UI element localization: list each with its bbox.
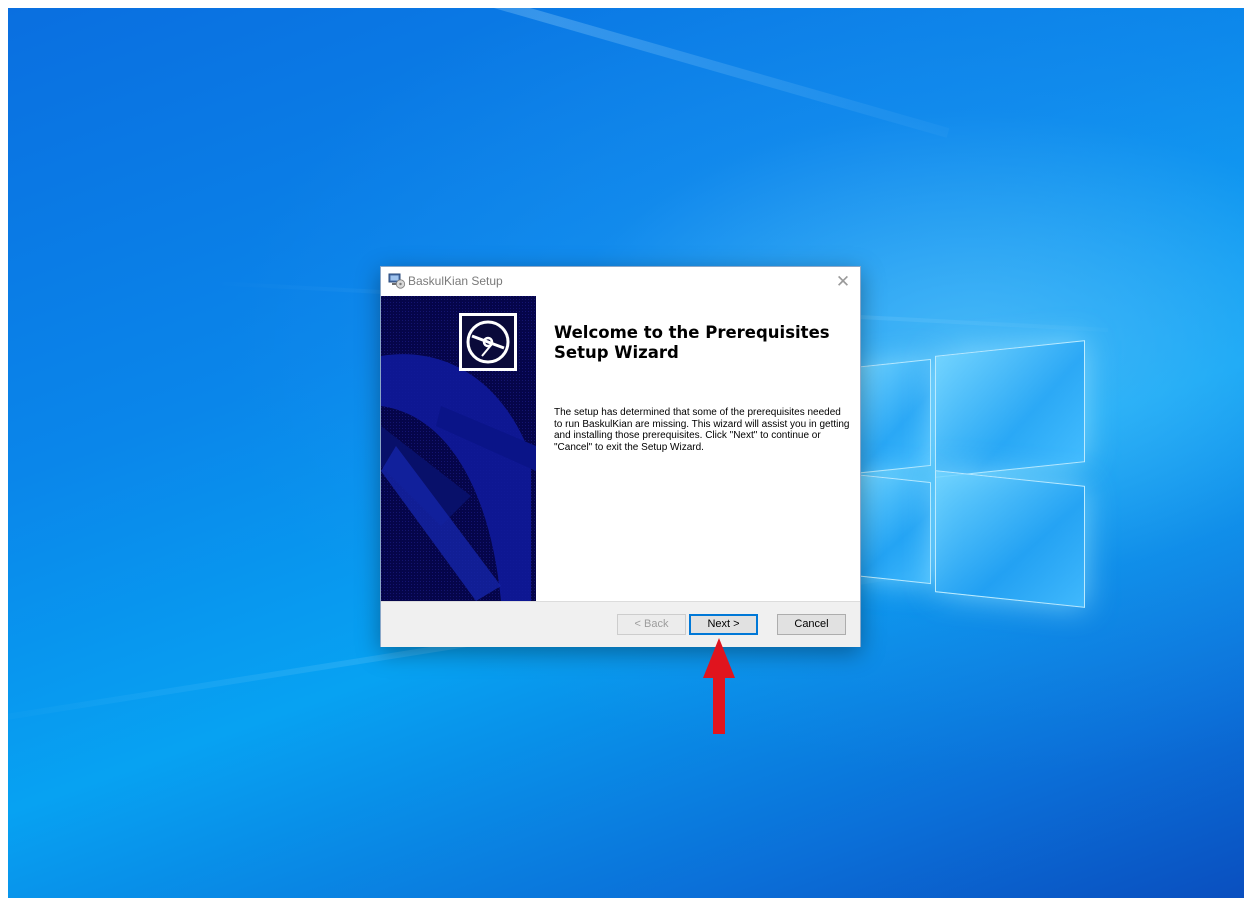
setup-wizard-dialog: BaskulKian Setup ✕ Welcome to the Prereq… — [380, 266, 861, 647]
windows-logo-pane — [853, 358, 931, 475]
cd-disc-icon — [459, 313, 517, 371]
wizard-side-banner — [381, 296, 536, 601]
back-button[interactable]: < Back — [617, 614, 686, 635]
welcome-description: The setup has determined that some of th… — [554, 407, 850, 453]
windows-logo-pane — [935, 470, 1085, 608]
windows-logo-pane — [935, 340, 1085, 478]
cancel-button[interactable]: Cancel — [777, 614, 846, 635]
next-button[interactable]: Next > — [689, 614, 758, 635]
windows-logo-pane — [853, 473, 931, 585]
dialog-titlebar[interactable]: BaskulKian Setup ✕ — [381, 267, 860, 296]
red-arrow-annotation — [703, 638, 735, 734]
close-icon: ✕ — [835, 271, 851, 291]
dialog-title: BaskulKian Setup — [408, 274, 503, 288]
close-button[interactable]: ✕ — [826, 267, 860, 296]
wizard-button-bar: < Back Next > Cancel — [381, 601, 860, 647]
wizard-content: Welcome to the Prerequisites Setup Wizar… — [536, 296, 860, 601]
welcome-heading: Welcome to the Prerequisites Setup Wizar… — [554, 323, 830, 362]
light-ray — [8, 8, 950, 138]
setup-computer-icon — [388, 273, 406, 289]
